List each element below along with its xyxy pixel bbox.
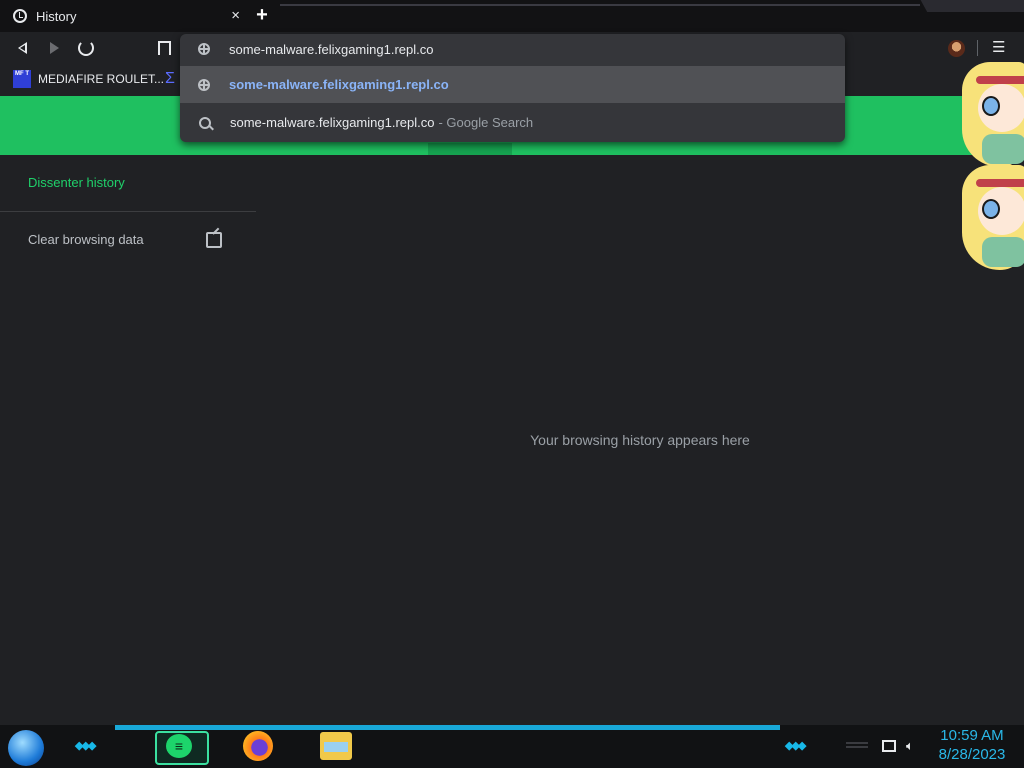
profile-avatar[interactable] [948, 40, 965, 57]
firefox-icon[interactable] [243, 731, 273, 761]
globe-icon [198, 43, 210, 55]
dissenter-browser-icon[interactable]: ≡ [166, 734, 192, 758]
external-link-icon[interactable] [206, 232, 222, 248]
sidebar-item-clear-browsing-data[interactable]: Clear browsing data [28, 232, 144, 247]
menu-icon[interactable]: ☰ [992, 40, 1006, 56]
close-tab-icon[interactable]: × [231, 7, 240, 24]
taskbar-decoration: ◆◆◆ [785, 740, 806, 752]
mediafire-favicon-icon: MF T [13, 70, 31, 88]
empty-history-message: Your browsing history appears here [530, 432, 750, 448]
tray-overflow-icon[interactable] [846, 742, 868, 750]
bookmark-sigma-icon[interactable]: Σ [165, 70, 175, 88]
taskbar-decoration: ◆◆◆ [75, 740, 96, 752]
volume-icon[interactable]: 🔈︎ [906, 738, 914, 754]
sidebar-item-history[interactable]: Dissenter history [28, 175, 125, 190]
reload-button[interactable] [72, 32, 100, 64]
tab-strip-divider [280, 4, 920, 6]
suggestion-suffix: - Google Search [438, 115, 534, 130]
globe-icon [198, 78, 210, 91]
tab-history[interactable]: History × [0, 0, 248, 32]
desktop-sticker [962, 165, 1024, 270]
desktop-sticker [962, 62, 1024, 167]
taskbar-accent [115, 725, 780, 730]
search-icon [199, 116, 211, 129]
tab-title: History [36, 8, 77, 24]
reload-icon [78, 40, 94, 56]
back-button[interactable] [8, 32, 36, 64]
clock-date[interactable]: 8/28/2023 [930, 746, 1014, 763]
bookmark-button[interactable] [150, 32, 178, 64]
forward-button[interactable] [40, 32, 68, 64]
network-icon[interactable] [882, 740, 896, 752]
bookmark-mediafire-roulette[interactable]: MEDIAFIRE ROULET... [38, 72, 164, 86]
new-tab-button[interactable]: + [252, 5, 272, 25]
address-bar[interactable]: some-malware.felixgaming1.repl.co [180, 34, 845, 64]
suggestion-text: some-malware.felixgaming1.repl.co [229, 77, 449, 92]
back-arrow-icon [17, 42, 27, 54]
forward-arrow-icon [49, 42, 59, 54]
suggestion-text: some-malware.felixgaming1.repl.co [230, 115, 435, 130]
toolbar-divider [977, 40, 978, 56]
address-input[interactable]: some-malware.felixgaming1.repl.co [229, 42, 433, 57]
bookmark-icon [157, 41, 171, 55]
start-button[interactable] [8, 730, 44, 766]
header-tab-indicator [428, 143, 512, 155]
sidebar-divider [0, 211, 256, 212]
omnibox-suggestion-search[interactable]: some-malware.felixgaming1.repl.co - Goog… [180, 104, 845, 141]
file-explorer-icon[interactable] [320, 732, 352, 760]
history-icon [13, 9, 27, 23]
taskbar [0, 725, 1024, 768]
omnibox-dropdown: some-malware.felixgaming1.repl.co some-m… [180, 34, 845, 142]
window-decoration [920, 0, 1024, 12]
omnibox-suggestion[interactable]: some-malware.felixgaming1.repl.co [180, 66, 845, 103]
clock-time[interactable]: 10:59 AM [930, 727, 1014, 744]
